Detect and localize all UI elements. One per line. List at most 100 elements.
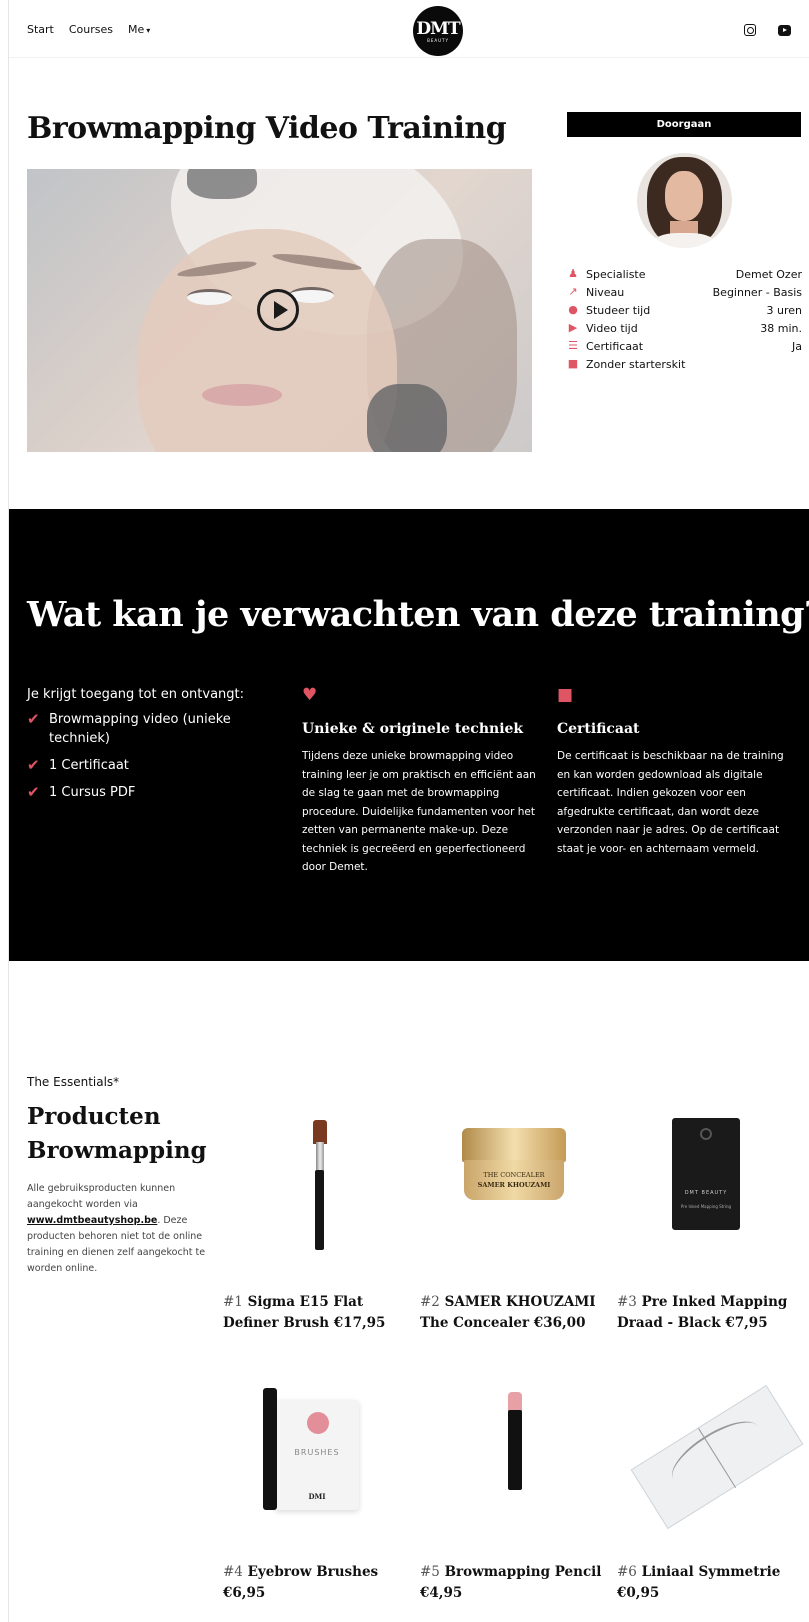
continue-button[interactable]: Doorgaan [567,112,801,137]
dmt-logo[interactable]: DMT BEAUTY [413,6,463,56]
include-text: 1 Certificaat [49,758,129,773]
product-number: #2 [420,1294,440,1310]
logo-text: DMT [416,19,460,39]
product-card[interactable]: THE CONCEALER SAMER KHOUZAMI #2 SAMER KHO… [420,1100,612,1334]
spec-value: 38 min. [760,321,802,335]
product-name: #1 Sigma E15 Flat Definer Brush €17,95 [223,1292,415,1334]
chart-icon: ↗ [568,285,578,298]
product-name: #4 Eyebrow Brushes €6,95 [223,1562,415,1604]
spec-label: Certificaat [586,339,644,353]
feature-title: Certificaat [557,721,640,737]
product-name: #3 Pre Inked Mapping Draad - Black €7,95 [617,1292,809,1334]
nav-courses[interactable]: Courses [69,23,113,36]
spec-row: ♟ Specialiste Demet Ozer [567,265,802,283]
box-icon: ■ [567,357,579,370]
shop-link[interactable]: www.dmtbeautyshop.be [27,1215,157,1226]
instructor-avatar [637,153,732,248]
includes-list: Je krijgt toegang tot en ontvangt: ✔ Brow… [27,687,247,810]
hand-heart-icon: ♥ [302,685,318,705]
feature-certificate: ■ Certificaat De certificaat is beschikb… [557,685,799,858]
list-item: ✔ 1 Certificaat [27,756,247,775]
jar-label: THE CONCEALER SAMER KHOUZAMI [470,1170,558,1190]
include-text: 1 Cursus PDF [49,785,136,800]
list-icon: ☰ [568,339,578,352]
essentials-title-line2: Browmapping [27,1137,207,1164]
product-image: BRUSHES DMI [223,1382,415,1532]
section-title: Wat kan je verwachten van deze training? [27,594,809,635]
product-card[interactable]: #6 Liniaal Symmetrie €0,95 [617,1382,809,1604]
instagram-icon[interactable] [744,24,756,36]
feature-text: Tijdens deze unieke browmapping video tr… [302,750,536,873]
spec-value: 3 uren [766,303,803,317]
feature-text: De certificaat is beschikbaar na de trai… [557,750,784,855]
jar-lid [462,1128,566,1162]
include-text: Browmapping video (unieke techniek) [49,712,231,746]
product-card[interactable]: DMT BEAUTY Pre Inked Mapping String #3 P… [617,1100,809,1334]
nav-start[interactable]: Start [27,23,54,36]
left-border [0,0,9,1622]
product-name: #2 SAMER KHOUZAMI The Concealer €36,00 [420,1292,612,1334]
feature-technique: ♥ Unieke & originele techniek Tijdens de… [302,685,544,877]
product-image: DMT BEAUTY Pre Inked Mapping String [617,1100,809,1250]
mapping-string-box: DMT BEAUTY Pre Inked Mapping String [672,1118,740,1230]
product-card[interactable]: #1 Sigma E15 Flat Definer Brush €17,95 [223,1100,415,1334]
avatar-shirt [651,233,717,248]
spec-value: Demet Ozer [735,267,802,281]
nav-me[interactable]: Me ▾ [128,23,150,36]
brush-handle [315,1170,324,1250]
product-image [420,1382,612,1532]
jar-label-line1: THE CONCEALER [483,1171,545,1179]
check-icon: ✔ [27,710,40,728]
brush-ferrule [316,1142,324,1172]
spec-label: Studeer tijd [586,303,651,317]
includes-heading: Je krijgt toegang tot en ontvangt: [27,687,245,702]
main-nav: Start Courses Me ▾ [27,23,150,36]
spec-row: ● Studeer tijd 3 uren [567,301,802,319]
product-label: Sigma E15 Flat Definer Brush €17,95 [223,1294,386,1331]
chevron-down-icon: ▾ [146,26,151,35]
product-card[interactable]: #5 Browmapping Pencil €4,95 [420,1382,612,1604]
site-header: Start Courses Me ▾ DMT BEAUTY [9,5,809,58]
avatar-face [665,171,703,221]
play-circle-icon: ▶ [568,321,578,334]
product-image: THE CONCEALER SAMER KHOUZAMI [420,1100,612,1250]
check-icon: ✔ [27,756,40,774]
product-label: Liniaal Symmetrie €0,95 [617,1564,781,1601]
spec-row: ■ Zonder starterskit [567,355,802,373]
essentials-title-line1: Producten [27,1103,161,1130]
desc-text: Alle gebruiksproducten kunnen aangekocht… [27,1183,176,1210]
spec-value: Beginner - Basis [712,285,802,299]
video-player[interactable] [27,169,532,452]
essentials-description: Alle gebruiksproducten kunnen aangekocht… [27,1181,207,1277]
product-name: #5 Browmapping Pencil €4,95 [420,1562,612,1604]
product-label: Browmapping Pencil €4,95 [420,1564,602,1601]
product-number: #3 [617,1294,637,1310]
box-brand: DMT BEAUTY [684,1190,728,1196]
product-card[interactable]: BRUSHES DMI #4 Eyebrow Brushes €6,95 [223,1382,415,1604]
spec-row: ↗ Niveau Beginner - Basis [567,283,802,301]
spec-label: Niveau [586,285,625,299]
youtube-icon[interactable] [778,25,791,36]
spec-row: ☰ Certificaat Ja [567,337,802,355]
box-ring [700,1128,712,1140]
pencil-body [508,1410,522,1490]
spec-label: Video tijd [586,321,638,335]
jar-label-line2: SAMER KHOUZAMI [477,1181,551,1189]
box-caption: Pre Inked Mapping String [680,1204,732,1209]
product-name: #6 Liniaal Symmetrie €0,95 [617,1562,809,1604]
nav-me-label: Me [128,23,145,36]
spec-row: ▶ Video tijd 38 min. [567,319,802,337]
feature-title: Unieke & originele techniek [302,721,524,737]
play-icon[interactable] [257,289,299,331]
essentials-kicker: The Essentials* [27,1075,120,1089]
product-label: Eyebrow Brushes €6,95 [223,1564,379,1601]
user-icon: ♟ [568,267,578,280]
box-badge [307,1412,329,1434]
product-number: #5 [420,1564,440,1580]
box-title: BRUSHES [294,1448,340,1457]
product-image [617,1382,809,1532]
product-label: SAMER KHOUZAMI The Concealer €36,00 [420,1294,596,1331]
product-number: #4 [223,1564,243,1580]
essentials-title: Producten Browmapping [27,1100,207,1168]
course-specs: ♟ Specialiste Demet Ozer ↗ Niveau Beginn… [567,265,802,373]
